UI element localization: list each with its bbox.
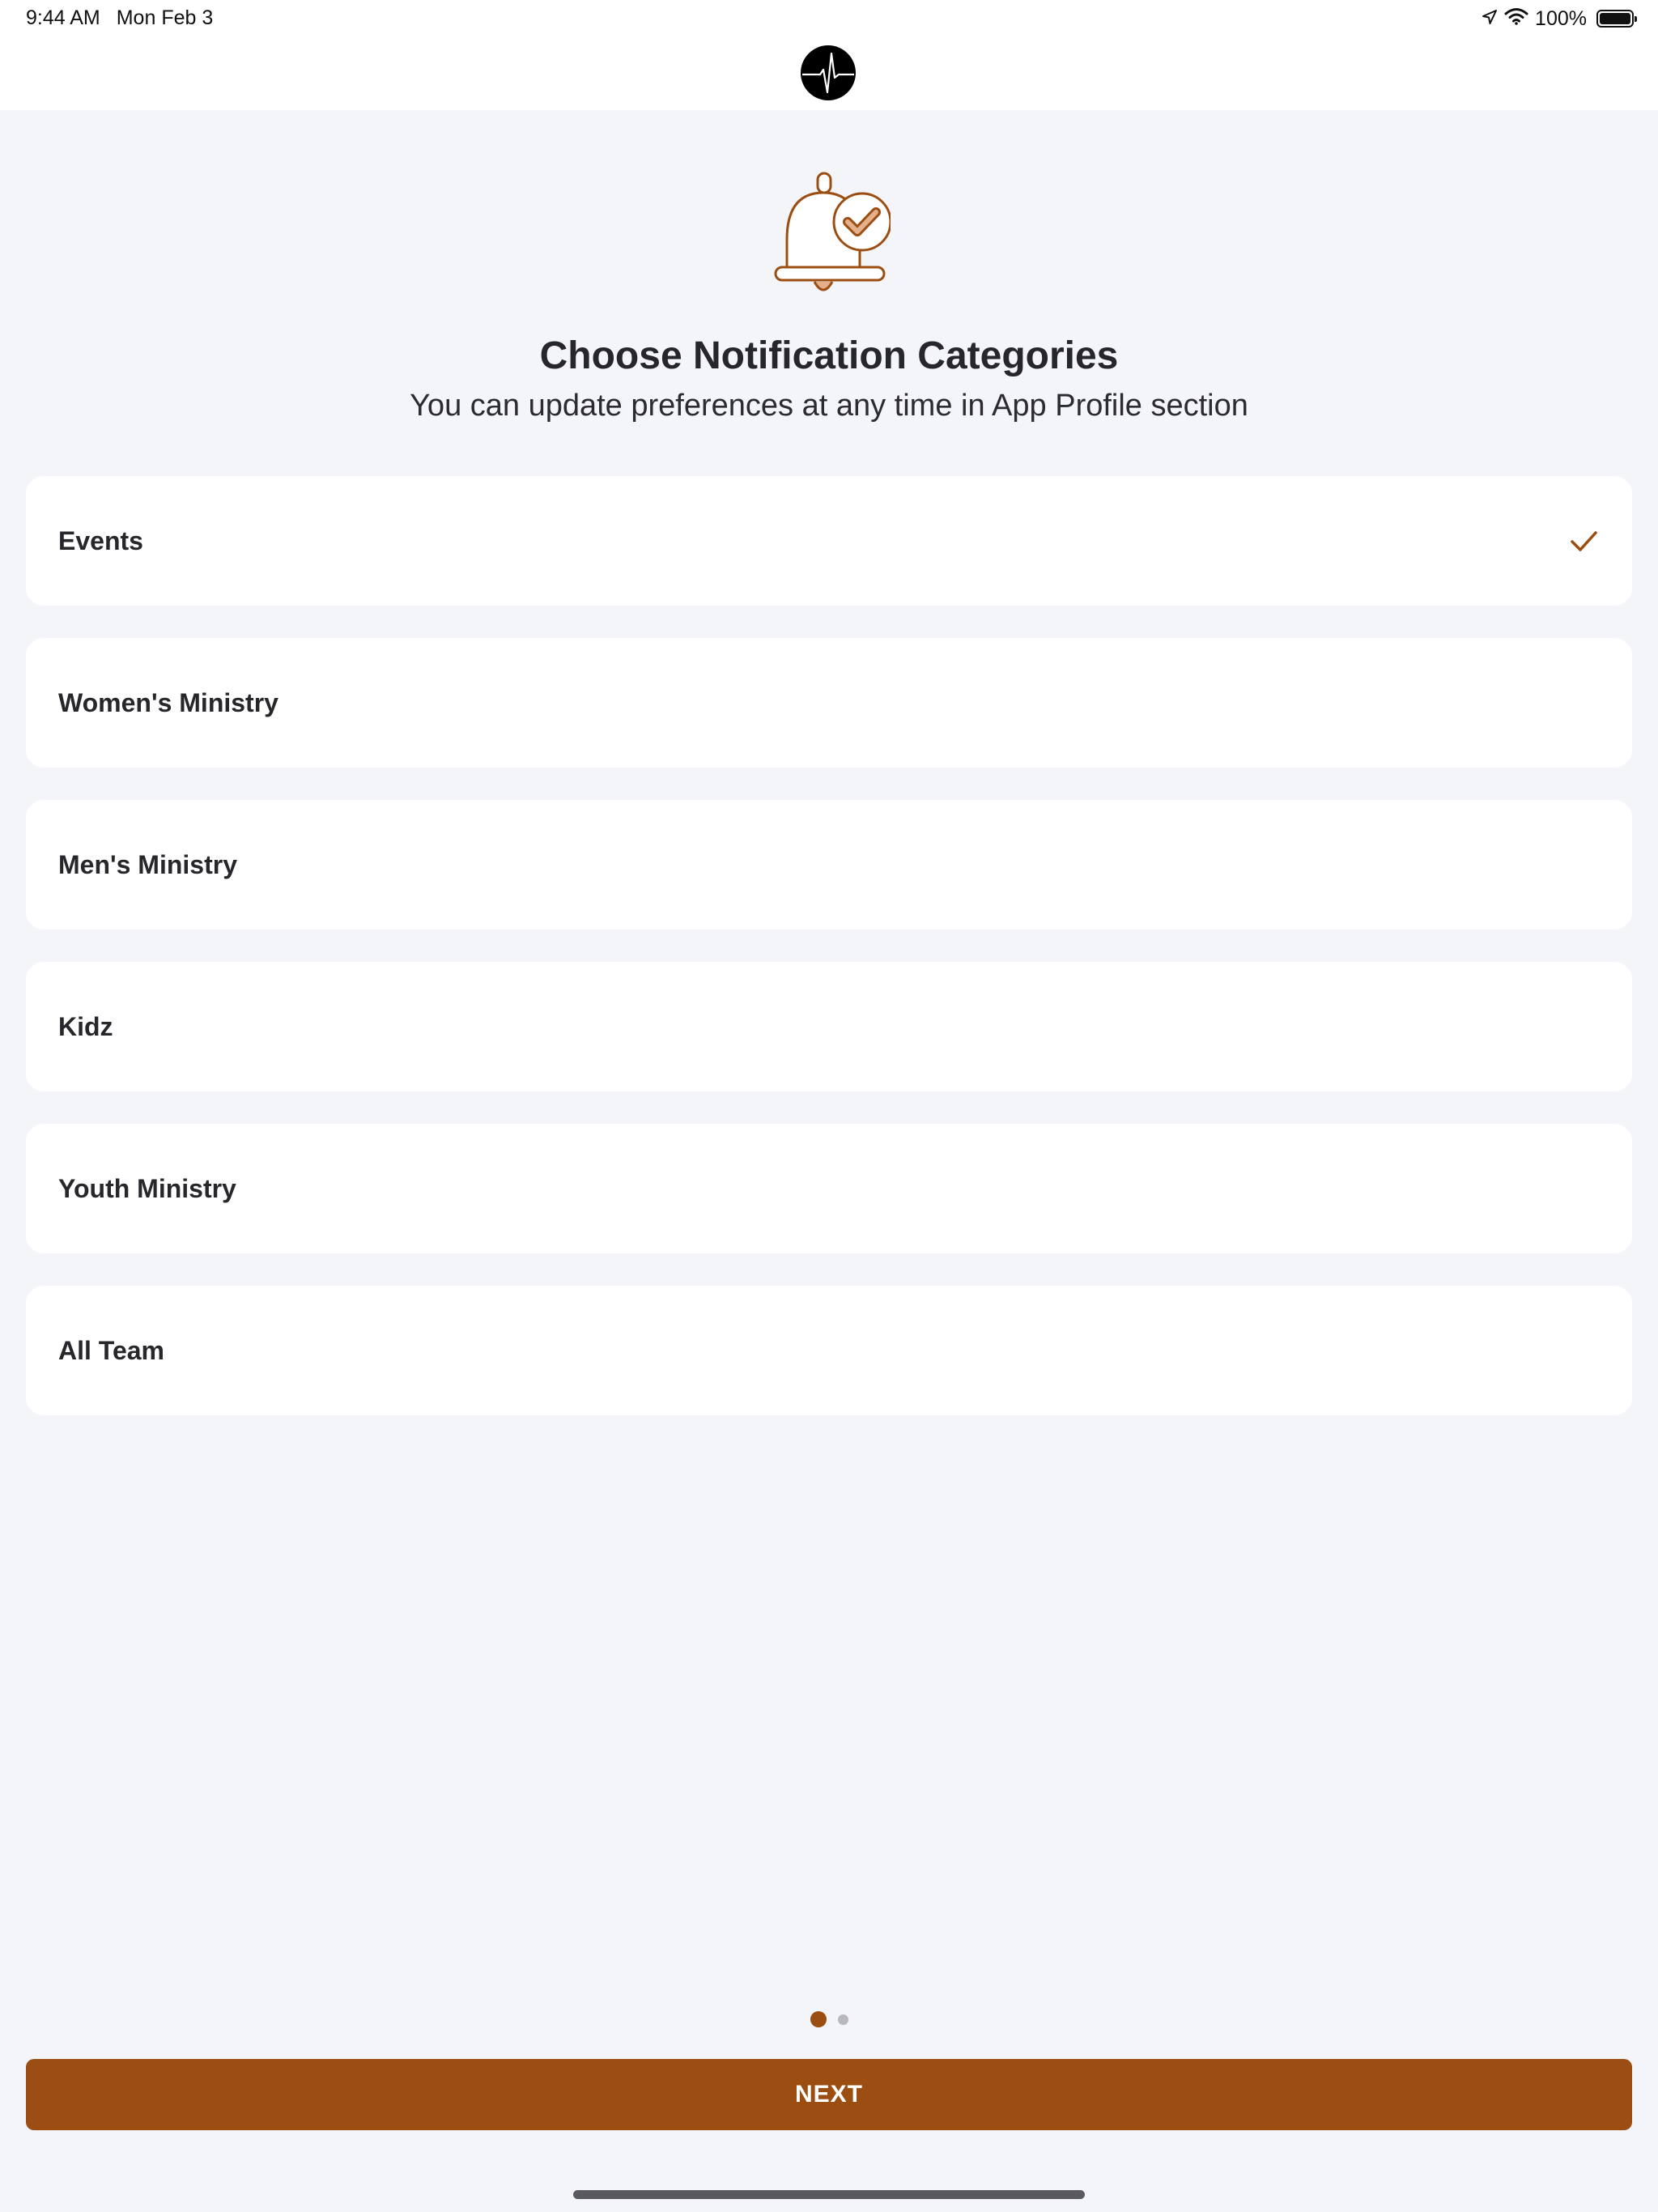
category-row-youth-ministry[interactable]: Youth Ministry xyxy=(26,1124,1632,1253)
bell-check-icon xyxy=(769,168,892,303)
category-label: Men's Ministry xyxy=(58,850,237,879)
page-indicator xyxy=(0,2011,1658,2027)
category-row-all-team[interactable]: All Team xyxy=(26,1286,1632,1415)
battery-percent: 100% xyxy=(1535,6,1587,30)
status-bar: 9:44 AM Mon Feb 3 100% xyxy=(0,0,1658,39)
page-dot-active[interactable] xyxy=(810,2011,827,2027)
category-label: Youth Ministry xyxy=(58,1174,236,1203)
page-dot-inactive[interactable] xyxy=(837,2014,848,2025)
battery-icon xyxy=(1596,10,1637,28)
category-label: Women's Ministry xyxy=(58,688,278,717)
page-title: Choose Notification Categories xyxy=(539,334,1119,377)
page-subtitle: You can update preferences at any time i… xyxy=(410,389,1248,423)
checkmark-icon xyxy=(1571,531,1597,551)
status-time-date: 9:44 AM Mon Feb 3 xyxy=(26,6,213,30)
notification-category-list: Events Women's Ministry Men's Ministry K… xyxy=(26,476,1632,1448)
location-arrow-icon xyxy=(1482,7,1498,31)
category-row-events[interactable]: Events xyxy=(26,476,1632,606)
category-row-kidz[interactable]: Kidz xyxy=(26,962,1632,1091)
status-date: Mon Feb 3 xyxy=(116,6,214,29)
heartbeat-logo-icon xyxy=(801,45,856,100)
category-row-womens-ministry[interactable]: Women's Ministry xyxy=(26,638,1632,768)
top-navigation-bar xyxy=(0,39,1658,110)
category-label: Events xyxy=(58,526,143,555)
home-indicator[interactable] xyxy=(573,2190,1085,2199)
status-time: 9:44 AM xyxy=(26,6,100,29)
status-indicators: 100% xyxy=(1482,5,1637,32)
category-label: Kidz xyxy=(58,1012,113,1041)
next-button[interactable]: NEXT xyxy=(26,2059,1632,2130)
wifi-icon xyxy=(1504,7,1528,31)
category-row-mens-ministry[interactable]: Men's Ministry xyxy=(26,800,1632,929)
category-label: All Team xyxy=(58,1336,164,1365)
